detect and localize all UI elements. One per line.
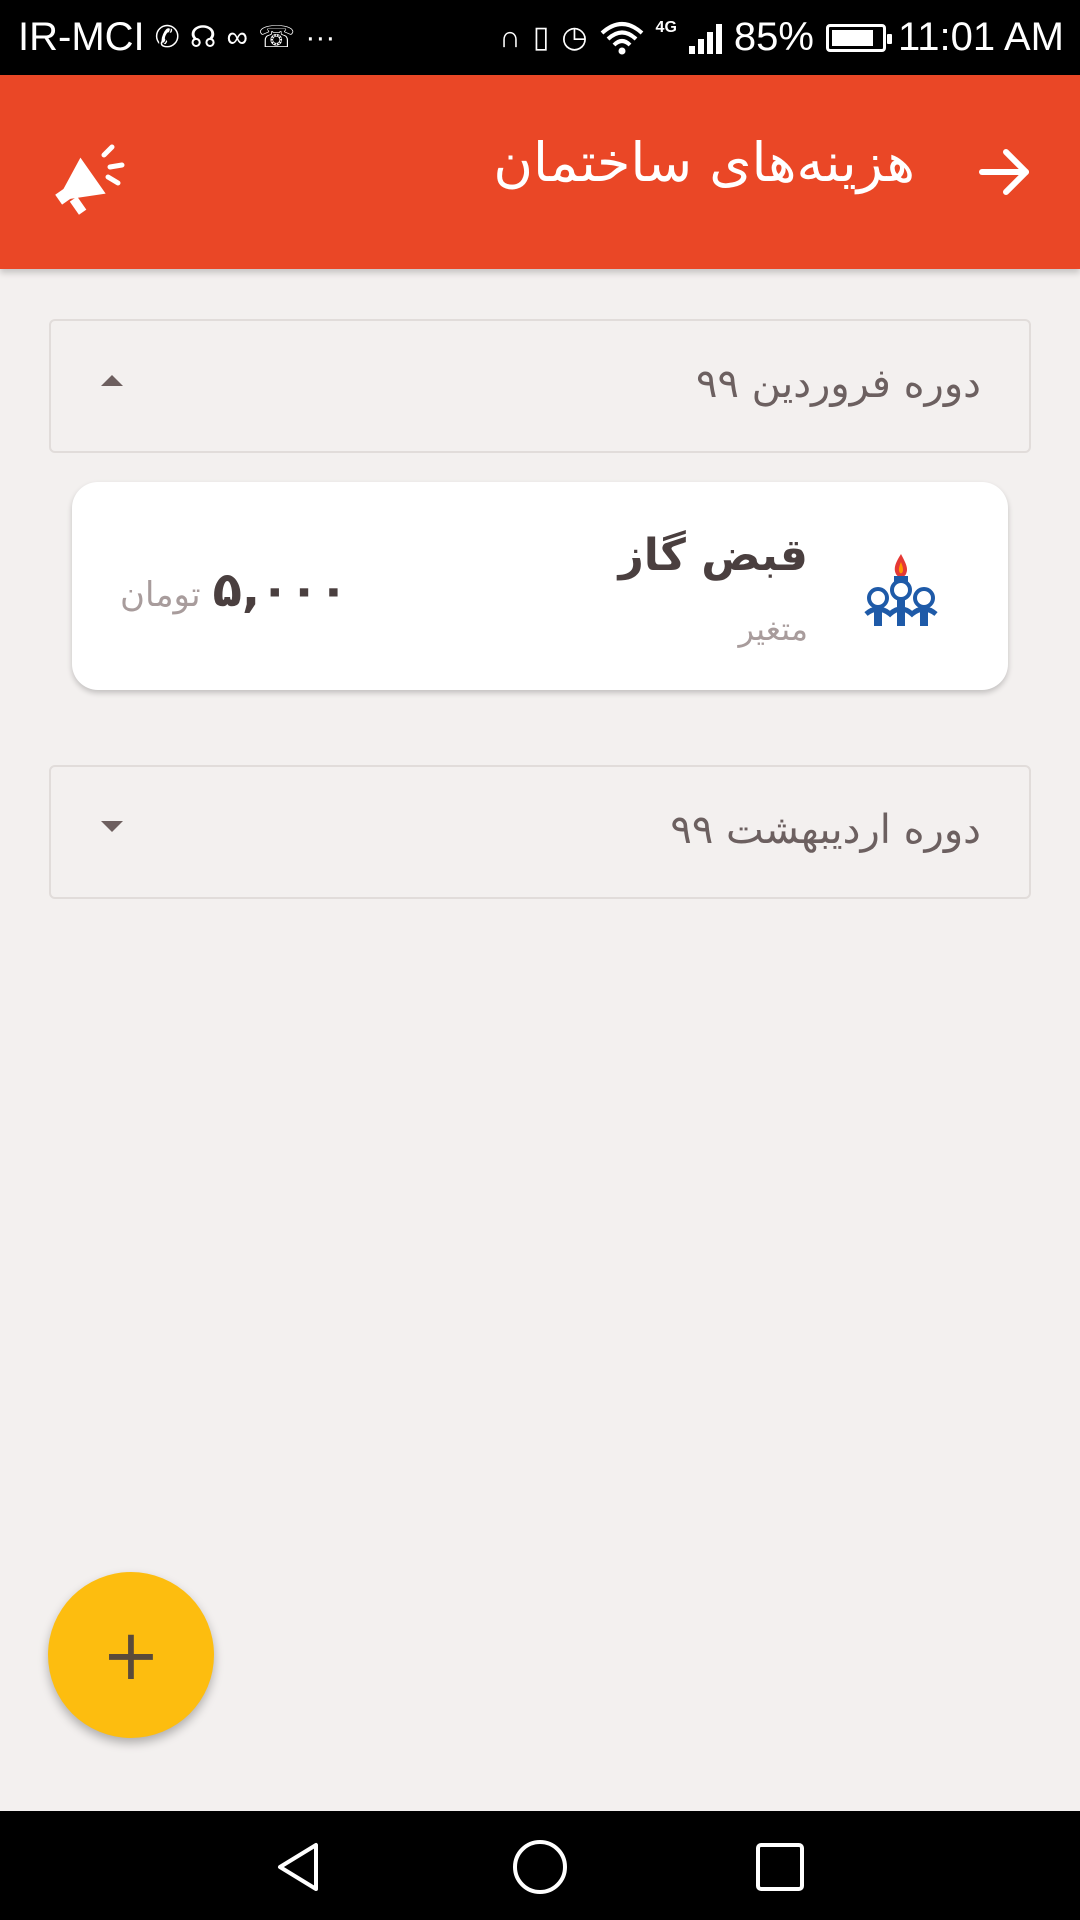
recents-nav-icon[interactable]: [750, 1837, 810, 1897]
bill-type: متغیر: [738, 610, 808, 648]
bill-amount: ۵,۰۰۰: [212, 562, 348, 618]
clock: 11:01 AM: [897, 15, 1064, 59]
arrow-right-icon: [979, 149, 1029, 195]
megaphone-icon: [55, 144, 125, 215]
network-type: 4G: [655, 18, 677, 36]
battery-fill: [831, 29, 873, 46]
expand-caret-icon: [101, 821, 123, 832]
signal-icon: [688, 22, 722, 54]
currency-label: تومان: [120, 575, 201, 615]
system-nav-bar: [0, 1811, 1080, 1920]
bill-card-gas[interactable]: قبض گاز متغیر ۵,۰۰۰ تومان: [72, 482, 1008, 690]
vibrate-icon: ▯: [532, 20, 550, 54]
collapse-caret-icon: [101, 375, 123, 386]
voicemail-icon: ∞: [226, 20, 248, 54]
back-button[interactable]: [970, 137, 1040, 207]
add-bill-button[interactable]: +: [48, 1572, 214, 1738]
headphones-icon: ∩: [499, 20, 521, 54]
bill-name: قبض گاز: [618, 530, 808, 581]
back-nav-icon[interactable]: [270, 1837, 330, 1897]
announcements-button[interactable]: [46, 143, 126, 223]
missed-call-icon: ☏: [257, 20, 296, 54]
battery-percent: 85%: [733, 15, 814, 59]
period-label: دوره فروردین ۹۹: [695, 361, 981, 407]
period-header-ordibehesht[interactable]: دوره اردیبهشت ۹۹: [49, 765, 1031, 899]
whatsapp-icon: ✆: [154, 20, 180, 54]
app-bar: هزینه‌های ساختمان: [0, 75, 1080, 269]
carrier-name: IR-MCI: [18, 15, 145, 59]
status-bar: IR-MCI ✆ ☊ ∞ ☏ ··· ∩ ▯ ◷ 4G 85% 11:01 AM: [0, 0, 1080, 75]
home-nav-icon[interactable]: [510, 1837, 570, 1897]
status-bar-left: IR-MCI ✆ ☊ ∞ ☏ ···: [18, 15, 335, 60]
wifi-icon: [600, 21, 643, 54]
more-icon: ···: [305, 20, 336, 54]
status-bar-right: ∩ ▯ ◷ 4G 85% 11:01 AM: [499, 15, 1064, 60]
page-title: هزینه‌های ساختمان: [493, 131, 915, 194]
period-label: دوره اردیبهشت ۹۹: [670, 807, 981, 853]
gas-company-logo-icon: [864, 554, 938, 626]
headset-icon: ☊: [189, 20, 217, 54]
plus-icon: +: [101, 1614, 161, 1696]
battery-icon: [825, 23, 892, 52]
period-header-farvardin[interactable]: دوره فروردین ۹۹: [49, 319, 1031, 453]
bill-amount-group: ۵,۰۰۰ تومان: [120, 562, 348, 618]
alarm-icon: ◷: [561, 20, 588, 54]
